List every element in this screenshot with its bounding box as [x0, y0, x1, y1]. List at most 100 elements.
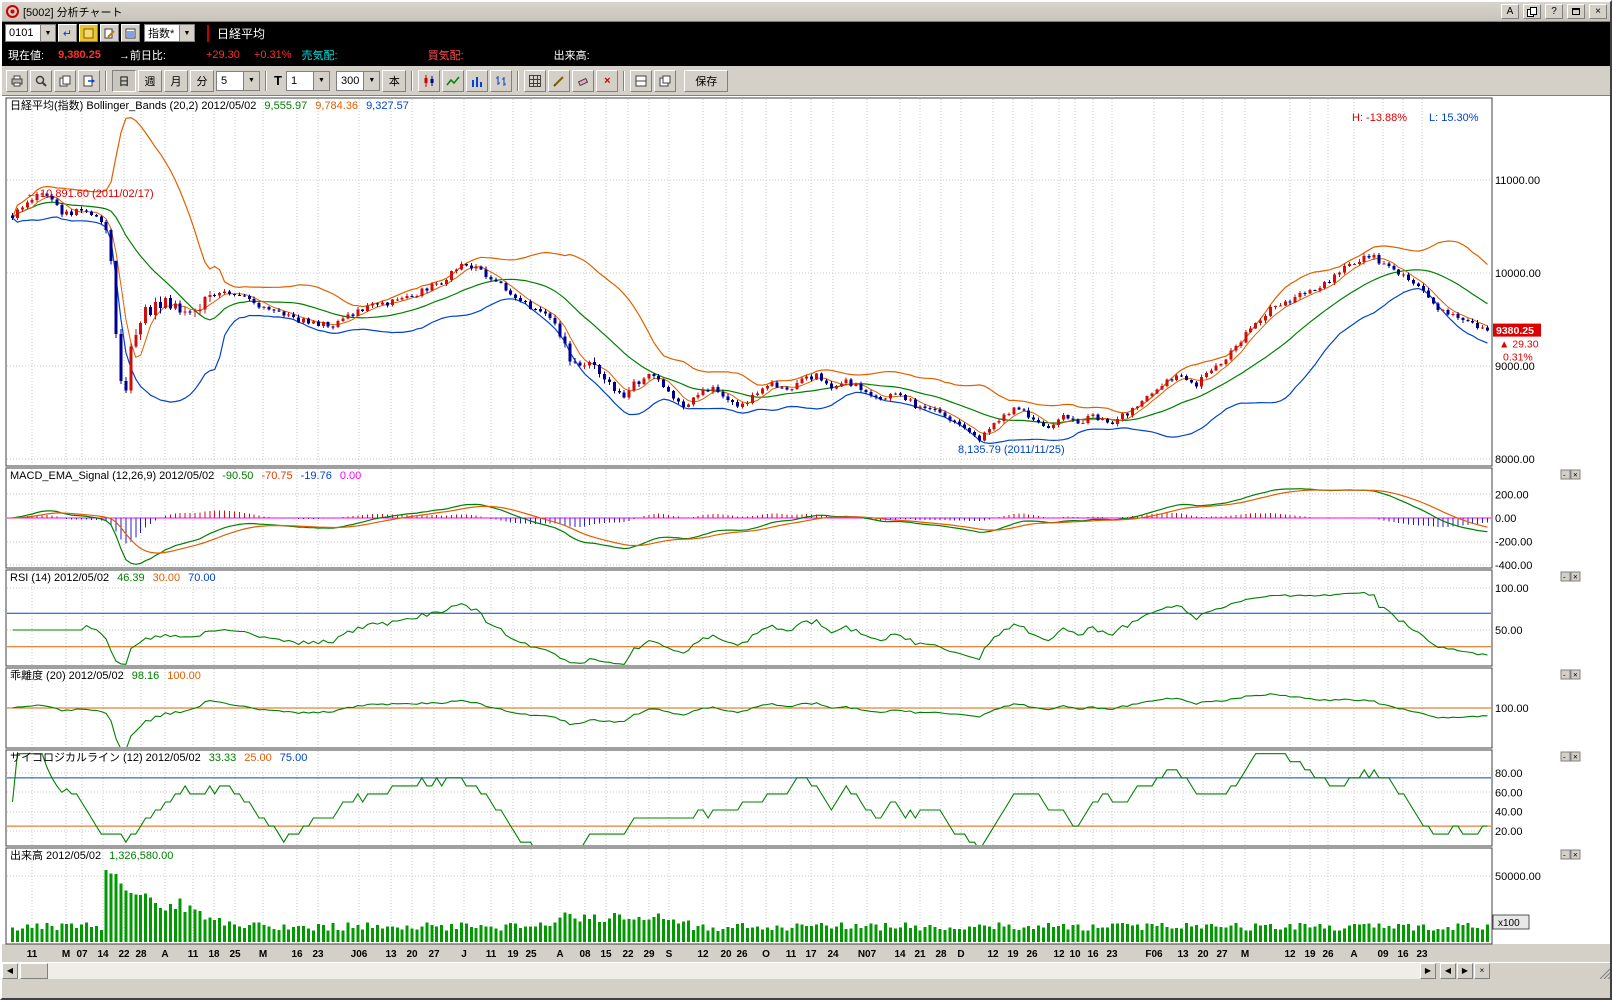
current-price-value: 9,380.25 — [58, 49, 101, 61]
new-window-icon — [659, 75, 671, 86]
grid-toggle-button[interactable] — [524, 69, 547, 92]
x-axis-tick-label: M — [259, 949, 267, 960]
x-axis-tick-label: M — [62, 949, 70, 960]
price-info-bar: 現在値: 9,380.25 →前日比: +29.30 +0.31% 売気配: 買… — [2, 44, 1610, 66]
x-axis-tick-label: 19 — [1304, 949, 1316, 960]
bar-chart-icon — [472, 76, 483, 87]
restore-button[interactable] — [1567, 4, 1585, 19]
draw-line-button[interactable] — [548, 69, 571, 92]
change-label: →前日比: — [118, 50, 166, 62]
market-type-dropdown-icon[interactable]: ▼ — [179, 25, 194, 41]
svg-text:▲ 29.30: ▲ 29.30 — [1499, 339, 1539, 351]
copy-window-icon[interactable] — [1523, 4, 1541, 19]
scroll-left-button[interactable]: ◀ — [2, 962, 18, 979]
scroll-right-button[interactable]: ▶ — [1420, 962, 1436, 979]
help-button[interactable]: ? — [1545, 4, 1563, 19]
candlestick-type-button[interactable] — [418, 69, 441, 92]
tick-label: T — [274, 73, 282, 88]
layout-icon — [635, 75, 647, 86]
change-percent: +0.31% — [253, 49, 292, 61]
x-axis-tick-label: 17 — [805, 949, 817, 960]
period-day-button[interactable]: 日 — [112, 69, 136, 92]
line-chart-button[interactable] — [442, 69, 465, 92]
print-button[interactable] — [6, 69, 28, 92]
enter-code-button[interactable]: ↵ — [58, 24, 77, 42]
resize-grip-icon — [1599, 968, 1610, 979]
x-axis-tick-label: 23 — [312, 949, 324, 960]
svg-text:×: × — [1573, 753, 1578, 762]
toolbar-separator — [517, 70, 520, 91]
svg-text:0.00: 0.00 — [1495, 513, 1516, 525]
svg-text:11000.00: 11000.00 — [1495, 175, 1540, 187]
hilo-chart-icon — [496, 75, 507, 86]
svg-text:x100: x100 — [1498, 918, 1520, 929]
svg-text:100.00: 100.00 — [1495, 703, 1529, 715]
x-axis-tick-label: F06 — [1145, 949, 1163, 960]
period-week-button[interactable]: 週 — [138, 69, 162, 92]
horizontal-scrollbar: ◀ ▶ ◀ ▶ × — [2, 962, 1610, 979]
x-axis-tick-label: 12 — [1053, 949, 1065, 960]
svg-text:8000.00: 8000.00 — [1495, 454, 1535, 466]
nav-next-button[interactable]: ▶ — [1457, 962, 1473, 979]
chart-canvas[interactable]: 11000.0010000.009000.008000.00200.000.00… — [2, 96, 1610, 962]
erase-line-button[interactable] — [572, 69, 595, 92]
return-arrow-icon: ↵ — [62, 27, 73, 40]
copy-chart-button[interactable] — [54, 69, 76, 92]
font-size-button[interactable]: A — [1501, 4, 1519, 19]
x-axis-tick-label: 22 — [118, 949, 130, 960]
svg-text:80.00: 80.00 — [1495, 768, 1523, 780]
close-button[interactable]: × — [1589, 4, 1607, 19]
x-axis-tick-label: 16 — [1397, 949, 1409, 960]
bar-chart-button[interactable] — [466, 69, 489, 92]
save-button[interactable]: 保存 — [684, 69, 729, 92]
svg-text:H: -13.88%: H: -13.88% — [1352, 112, 1407, 124]
new-window-button[interactable] — [654, 69, 677, 92]
x-axis-tick-label: J — [461, 949, 467, 960]
window-title: [5002] 分析チャート — [23, 6, 123, 19]
nav-prev-button[interactable]: ◀ — [1440, 962, 1456, 979]
analysis-chart-window: [5002] 分析チャート A ? × 0101 ▼ ↵ 指数* ▼ 日経平均 — [0, 0, 1612, 1000]
minute-interval-dropdown-icon[interactable]: ▼ — [243, 71, 259, 90]
tick-select[interactable]: 1 ▼ — [285, 70, 330, 91]
x-axis-tick-label: 11 — [786, 949, 797, 960]
svg-text:← 10,891.60 (2011/02/17): ← 10,891.60 (2011/02/17) — [26, 188, 154, 200]
period-month-button[interactable]: 月 — [164, 69, 188, 92]
register-favorite-button[interactable] — [79, 24, 98, 42]
period-minute-button[interactable]: 分 — [190, 69, 214, 92]
zoom-button[interactable] — [30, 69, 52, 92]
delete-all-lines-button[interactable]: × — [596, 69, 619, 92]
minute-interval-select[interactable]: 5 ▼ — [216, 70, 260, 91]
current-price-label: 現在値: — [8, 50, 45, 62]
stock-code-dropdown-icon[interactable]: ▼ — [40, 25, 55, 41]
x-axis-tick-label: 24 — [827, 949, 839, 960]
market-type-value: 指数* — [148, 28, 175, 40]
x-axis-tick-label: N07 — [858, 949, 877, 960]
nav-close-button[interactable]: × — [1474, 962, 1490, 979]
layout-button[interactable] — [630, 69, 653, 92]
app-logo-icon — [5, 5, 19, 19]
export-button[interactable] — [78, 69, 100, 92]
chart-nav-cluster: ◀ ▶ × — [1440, 962, 1490, 979]
pencil-note-icon — [104, 28, 115, 38]
x-axis-tick-label: 20 — [406, 949, 418, 960]
tick-dropdown-icon[interactable]: ▼ — [312, 71, 329, 90]
candlestick-icon — [424, 74, 434, 87]
x-axis-tick-label: 07 — [76, 949, 88, 960]
ask-label: 売気配: — [301, 50, 338, 62]
x-axis-tick-label: 25 — [229, 949, 241, 960]
x-axis-tick-label: 16 — [291, 949, 303, 960]
bars-unit-button[interactable]: 本 — [382, 69, 407, 92]
psych-legend: サイコロジカルライン (12) 2012/05/02 33.33 25.00 75.0… — [10, 751, 307, 764]
resize-grip[interactable] — [1594, 963, 1610, 979]
bar-count-select[interactable]: 300 ▼ — [335, 70, 381, 91]
memo-button[interactable] — [100, 24, 119, 42]
grid-icon — [529, 74, 542, 87]
market-type-combobox[interactable]: 指数* ▼ — [144, 24, 195, 42]
bar-count-dropdown-icon[interactable]: ▼ — [363, 71, 380, 90]
scrollbar-track[interactable] — [18, 962, 1420, 979]
x-axis-tick-label: 26 — [1322, 949, 1334, 960]
stock-code-combobox[interactable]: 0101 ▼ — [5, 24, 56, 42]
scrollbar-thumb[interactable] — [20, 962, 48, 979]
list-button[interactable] — [121, 24, 140, 42]
hilo-chart-button[interactable] — [490, 69, 513, 92]
